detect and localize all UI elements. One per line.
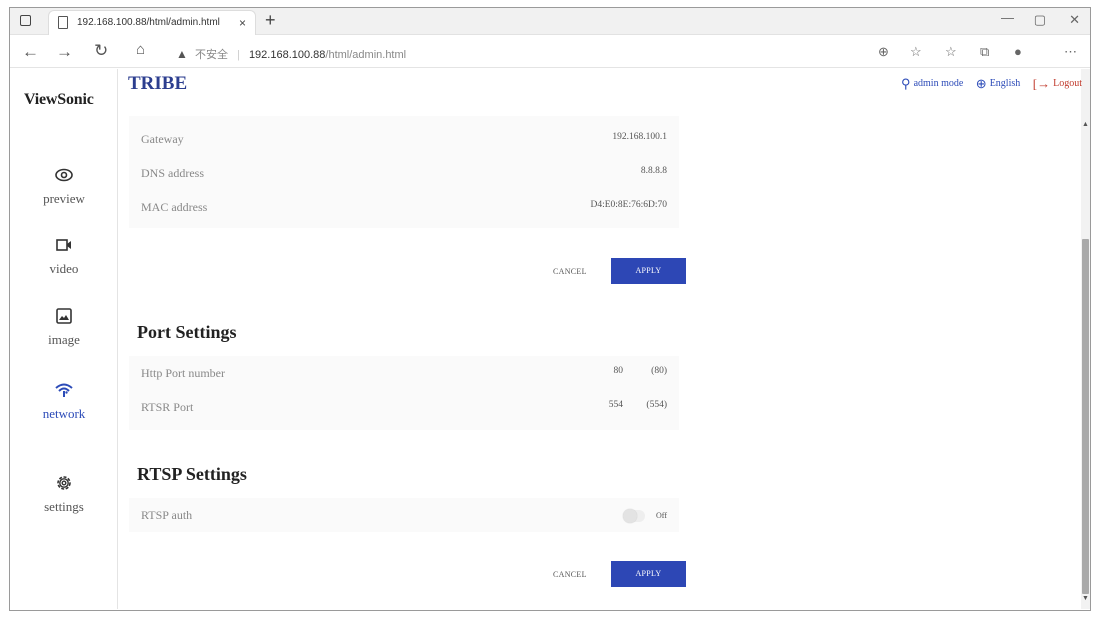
logout-icon: [→	[1032, 76, 1051, 91]
network-row-mac: MAC address D4:E0:8E:76:6D:70	[141, 200, 667, 215]
network-apply-button[interactable]: APPLY	[611, 258, 686, 284]
new-tab-button[interactable]: +	[265, 10, 276, 31]
url-host: 192.168.100.88	[248, 49, 326, 61]
collections-icon[interactable]: ⧉	[980, 44, 989, 60]
address-bar: ← → ↻ ⌂ ▲ 不安全 | 192.168.100.88/html/admi…	[10, 36, 1090, 68]
row-default: (80)	[651, 366, 667, 376]
rtsp-cancel-button[interactable]: CANCEL	[553, 570, 587, 579]
logout-link[interactable]: [→ Logout	[1032, 76, 1082, 91]
http-port-input[interactable]: 80	[614, 366, 624, 376]
rtsp-auth-state: Off	[656, 511, 667, 520]
app-sidebar: ViewSonic preview video image network se…	[10, 69, 118, 609]
network-row-dns: DNS address 8.8.8.8	[141, 166, 667, 181]
page-icon	[58, 16, 68, 29]
sidebar-item-label: preview	[43, 191, 85, 206]
tab-title: 192.168.100.88/html/admin.html	[77, 17, 220, 28]
home-icon[interactable]: ⌂	[136, 41, 145, 58]
browser-tab[interactable]: 192.168.100.88/html/admin.html ×	[48, 10, 256, 35]
rtsr-port-input[interactable]: 554	[609, 400, 623, 410]
rtsp-apply-button[interactable]: APPLY	[611, 561, 686, 587]
url-path: /html/admin.html	[325, 49, 407, 61]
scroll-thumb[interactable]	[1082, 239, 1089, 594]
sidebar-item-settings[interactable]: settings	[10, 473, 118, 515]
rtsp-auth-toggle[interactable]	[623, 509, 645, 523]
sidebar-item-label: network	[42, 406, 86, 421]
favorites-icon[interactable]: ☆	[945, 44, 957, 60]
row-value: D4:E0:8E:76:6D:70	[590, 200, 667, 210]
row-label: DNS address	[141, 166, 204, 180]
video-camera-icon	[56, 239, 71, 251]
network-info-card: Gateway 192.168.100.1 DNS address 8.8.8.…	[129, 116, 679, 228]
network-cancel-button[interactable]: CANCEL	[553, 267, 587, 276]
port-settings-title: Port Settings	[137, 322, 237, 342]
tab-bar: 192.168.100.88/html/admin.html × + — ▢ ✕	[10, 8, 1090, 35]
rtsp-settings-card: RTSP auth Off	[129, 498, 679, 532]
insecure-label: 不安全	[194, 49, 228, 61]
page-scrollbar[interactable]: ▲ ▼	[1081, 69, 1090, 609]
port-row-rtsr: RTSR Port 554 (554)	[141, 400, 667, 415]
minimize-icon[interactable]: —	[1001, 10, 1014, 25]
port-row-http: Http Port number 80 (80)	[141, 366, 667, 381]
url-separator: |	[237, 49, 240, 61]
scroll-up-icon[interactable]: ▲	[1082, 121, 1089, 128]
image-icon	[56, 308, 72, 324]
scroll-down-icon[interactable]: ▼	[1082, 595, 1089, 602]
row-value: 192.168.100.1	[612, 132, 667, 142]
row-default: (554)	[646, 400, 667, 410]
url-field[interactable]: ▲ 不安全 | 192.168.100.88/html/admin.html	[176, 46, 406, 62]
zoom-icon[interactable]: ⊕	[878, 44, 889, 60]
sidebar-item-network[interactable]: network	[10, 380, 118, 422]
row-value: 8.8.8.8	[640, 166, 667, 176]
sidebar-item-video[interactable]: video	[10, 235, 118, 277]
globe-icon: ⊕	[975, 76, 987, 91]
back-icon[interactable]: ←	[22, 42, 39, 62]
maximize-icon[interactable]: ▢	[1034, 12, 1046, 28]
row-label: RTSR Port	[141, 400, 194, 414]
sidebar-item-image[interactable]: image	[10, 306, 118, 348]
reload-icon[interactable]: ↻	[94, 41, 108, 61]
row-label: RTSP auth	[141, 508, 193, 522]
forward-icon[interactable]: →	[56, 42, 73, 62]
close-window-icon[interactable]: ✕	[1069, 12, 1080, 28]
language-link[interactable]: ⊕ English	[975, 76, 1020, 91]
row-label: Gateway	[141, 132, 184, 146]
read-aloud-icon[interactable]: ☆	[910, 44, 922, 60]
toggle-knob	[623, 509, 637, 523]
profile-icon[interactable]: ●	[1014, 44, 1022, 59]
port-settings-card: Http Port number 80 (80) RTSR Port 554 (…	[129, 356, 679, 430]
row-label: Http Port number	[141, 366, 225, 380]
rtsp-row-auth: RTSP auth Off	[141, 508, 667, 523]
tab-actions-icon[interactable]	[20, 15, 31, 26]
row-label: MAC address	[141, 200, 208, 214]
warning-icon: ▲	[176, 47, 188, 61]
brand-logo: ViewSonic	[24, 91, 94, 108]
sidebar-item-label: video	[49, 261, 79, 276]
main-content: Gateway 192.168.100.1 DNS address 8.8.8.…	[109, 100, 1075, 601]
eye-icon	[55, 168, 73, 182]
wifi-icon	[55, 383, 73, 397]
app-title: TRIBE	[128, 73, 188, 94]
header-actions: ⚲ admin mode ⊕ English [→ Logout	[891, 76, 1082, 92]
more-icon[interactable]: ⋯	[1064, 44, 1077, 60]
sidebar-item-label: image	[48, 332, 80, 347]
user-icon: ⚲	[901, 76, 911, 91]
sidebar-item-preview[interactable]: preview	[10, 165, 118, 207]
tab-close-icon[interactable]: ×	[239, 16, 246, 30]
sidebar-item-label: settings	[44, 499, 84, 514]
admin-mode-link[interactable]: ⚲ admin mode	[901, 76, 963, 91]
network-row-gateway: Gateway 192.168.100.1	[141, 132, 667, 147]
gear-icon	[57, 476, 71, 490]
rtsp-settings-title: RTSP Settings	[137, 464, 247, 484]
